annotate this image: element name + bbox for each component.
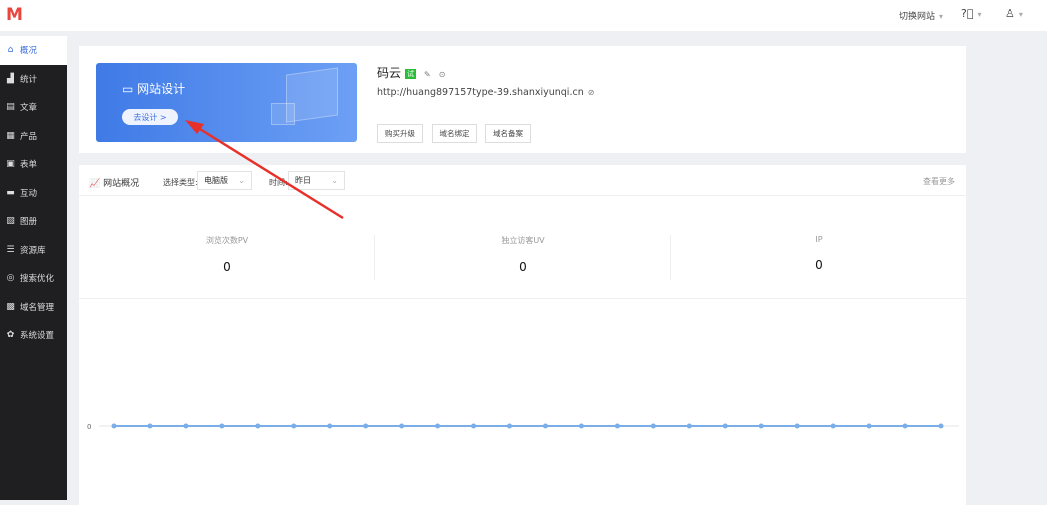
data-point[interactable] [578,423,584,429]
go-design-button[interactable]: 去设计 > [122,109,178,125]
chat-icon: ▬ [6,187,15,198]
album-icon: ▧ [6,216,15,227]
data-point[interactable] [291,423,297,429]
data-point[interactable] [399,423,405,429]
home-icon: ⌂ [7,45,14,56]
switch-site-label: 切换网站 [899,12,936,22]
data-point[interactable] [938,423,944,429]
bind-domain-button[interactable]: 域名绑定 [432,124,477,143]
grid-icon: ▦ [6,130,15,141]
data-point[interactable] [542,423,548,429]
switch-site-dropdown[interactable]: 切换网站 ▾ [899,9,943,22]
data-point[interactable] [255,423,261,429]
data-point[interactable] [435,423,441,429]
data-point[interactable] [866,423,872,429]
sidebar-item-4[interactable]: ▣ 表单 [0,150,67,179]
edit-icon[interactable]: ✎ [424,70,431,79]
caret-down-icon: ▾ [1018,10,1023,19]
sidebar: ⌂ 概况 ▟ 统计 ▤ 文章 ▦ 产品 ▣ 表单 ▬ 互动 ▧ 图册 ☰ 资源库 ◎ 搜索优化 ▩ 域名管理 ✿ 系统设置 [0,36,67,500]
sidebar-item-3[interactable]: ▦ 产品 [0,122,67,151]
user-icon: ♙ [1005,7,1015,20]
data-point[interactable] [614,423,620,429]
design-banner: ▭ 网站设计 去设计 > [96,63,357,142]
sidebar-item-2[interactable]: ▤ 文章 [0,93,67,122]
domain-icon: ▩ [6,301,15,312]
site-url-row: http://huang897157type-39.shanxiyunqi.cn… [377,87,594,98]
sidebar-item-7[interactable]: ☰ 资源库 [0,236,67,265]
sidebar-item-label: 图册 [20,217,38,228]
site-url[interactable]: http://huang897157type-39.shanxiyunqi.cn [377,87,584,98]
database-icon: ☰ [6,244,15,255]
caret-down-icon: ▾ [939,12,944,21]
data-point[interactable] [363,423,369,429]
banner-title-text: 网站设计 [137,82,186,96]
site-name: 码云 [377,66,402,80]
domain-filing-button[interactable]: 域名备案 [485,124,531,143]
overview-card: 📈 网站概况 选择类型: 电脑版 ⌄ 时间: 昨日 ⌄ 查看更多 浏览次数PV 0 独… [79,165,966,505]
data-point[interactable] [327,423,333,429]
site-name-row: 码云试 ✎ ⊙ [377,64,445,81]
sidebar-item-10[interactable]: ✿ 系统设置 [0,321,67,350]
sidebar-item-label: 概况 [20,46,38,57]
sidebar-item-label: 文章 [20,103,38,114]
sidebar-item-label: 统计 [20,74,38,85]
sidebar-item-label: 系统设置 [20,331,55,342]
sidebar-item-6[interactable]: ▧ 图册 [0,207,67,236]
banner-title: ▭ 网站设计 [122,80,185,97]
data-point[interactable] [686,423,692,429]
data-point[interactable] [183,423,189,429]
data-point[interactable] [147,423,153,429]
gear-icon: ✿ [6,330,15,341]
sidebar-item-9[interactable]: ▩ 域名管理 [0,293,67,322]
form-icon: ▣ [6,159,15,170]
monitor-icon: ▭ [122,82,138,96]
sidebar-item-label: 互动 [20,188,38,199]
y-tick-label: 0 [87,423,91,431]
sidebar-item-label: 域名管理 [20,302,55,313]
data-point[interactable] [219,423,225,429]
data-point[interactable] [111,423,117,429]
sidebar-item-5[interactable]: ▬ 互动 [0,179,67,208]
link-icon[interactable]: ⊘ [588,88,595,97]
site-card: ▭ 网站设计 去设计 > 码云试 ✎ ⊙ http://huang897157typ… [79,46,966,153]
upgrade-button[interactable]: 购买升级 [377,124,423,143]
article-icon: ▤ [6,102,15,113]
traffic-chart: 0 [87,423,959,431]
settings-icon[interactable]: ⊙ [439,70,446,79]
sidebar-item-label: 搜索优化 [20,274,55,285]
help-dropdown[interactable]: ?⃝ ▾ [961,7,981,20]
data-point[interactable] [507,423,513,429]
sidebar-item-label: 表单 [20,160,38,171]
data-point[interactable] [650,423,656,429]
sidebar-item-label: 产品 [20,131,38,142]
data-point[interactable] [471,423,477,429]
sidebar-item-0[interactable]: ⌂ 概况 [0,36,67,65]
data-point[interactable] [902,423,908,429]
data-point[interactable] [758,423,764,429]
seo-icon: ◎ [6,273,15,284]
data-point[interactable] [722,423,728,429]
sidebar-item-8[interactable]: ◎ 搜索优化 [0,264,67,293]
data-point[interactable] [830,423,836,429]
chart-icon: ▟ [7,73,14,84]
help-icon: ?⃝ [961,7,974,20]
top-header: M 切换网站 ▾ ?⃝ ▾ ♙ ▾ [0,0,1047,31]
illustration [271,103,295,125]
data-point[interactable] [794,423,800,429]
sidebar-item-label: 资源库 [20,245,46,256]
caret-down-icon: ▾ [977,10,982,19]
sidebar-item-1[interactable]: ▟ 统计 [0,65,67,94]
user-dropdown[interactable]: ♙ ▾ [1005,7,1023,20]
logo[interactable]: M [6,5,23,25]
trial-badge: 试 [405,68,417,79]
